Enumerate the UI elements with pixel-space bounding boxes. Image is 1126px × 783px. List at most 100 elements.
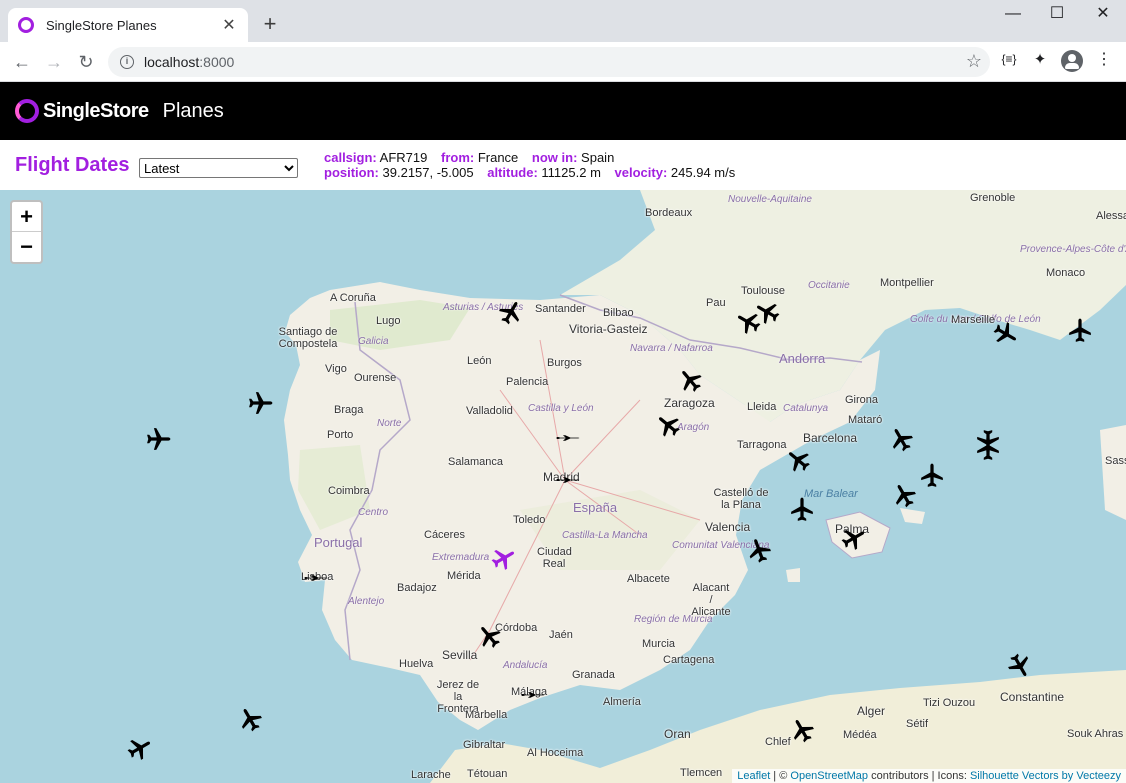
- city-label: Al Hoceima: [527, 747, 584, 759]
- plane-marker[interactable]: [237, 706, 263, 732]
- city-label: Castelló de la Plana: [713, 487, 769, 511]
- region-label: Provence-Alpes-Côte d'Azur: [1020, 244, 1126, 255]
- minimize-icon[interactable]: —: [998, 4, 1028, 24]
- city-label: Girona: [845, 394, 879, 406]
- browser-tabstrip: SingleStore Planes ✕ + — ☐ ✕: [0, 0, 1126, 42]
- city-label: Alacant / Alicante: [691, 582, 731, 618]
- region-label: Centro: [358, 507, 389, 518]
- vecteezy-link[interactable]: Silhouette Vectors by Vecteezy: [970, 770, 1121, 782]
- plane-marker[interactable]: [677, 367, 703, 393]
- controls-bar: Flight Dates Latest callsign: AFR719 fro…: [0, 140, 1126, 190]
- flight-date-select[interactable]: Latest: [139, 158, 298, 178]
- plane-marker[interactable]: [975, 429, 1001, 455]
- plane-marker[interactable]: [888, 426, 914, 452]
- position-value: 39.2157, -5.005: [382, 165, 474, 180]
- region-label: Alentejo: [348, 596, 385, 607]
- city-label: Tizi Ouzou: [923, 697, 976, 709]
- city-label: Tétouan: [467, 768, 508, 780]
- close-window-icon[interactable]: ✕: [1088, 4, 1118, 24]
- city-label: Palencia: [506, 376, 549, 388]
- airplane-icon: [793, 719, 814, 743]
- city-label: Vigo: [325, 363, 347, 375]
- zoom-in-button[interactable]: +: [12, 202, 41, 232]
- airplane-icon: [788, 452, 810, 472]
- plane-marker[interactable]: [789, 717, 815, 743]
- browser-tab[interactable]: SingleStore Planes ✕: [8, 8, 248, 42]
- profile-avatar-icon[interactable]: [1061, 50, 1083, 72]
- airplane-icon: [147, 428, 171, 450]
- region-label: Extremadura: [432, 552, 490, 563]
- map[interactable]: España Portugal Andorra Nouvelle-Aquitai…: [0, 190, 1126, 783]
- plane-marker[interactable]: [303, 565, 329, 591]
- city-label: Bordeaux: [645, 207, 693, 219]
- forward-icon[interactable]: →: [41, 49, 67, 75]
- reload-icon[interactable]: ↻: [73, 49, 99, 75]
- city-label: Granada: [572, 669, 615, 681]
- region-label: Castilla-La Mancha: [562, 530, 648, 541]
- plane-marker[interactable]: [127, 735, 153, 761]
- city-label: Constantine: [1000, 690, 1065, 704]
- leaflet-link[interactable]: Leaflet: [737, 770, 770, 782]
- plane-marker[interactable]: [1007, 653, 1033, 679]
- plane-marker[interactable]: [891, 482, 917, 508]
- address-bar[interactable]: i localhost:8000 ☆: [108, 47, 990, 77]
- plane-marker[interactable]: [746, 537, 772, 563]
- map-attribution: Leaflet | © OpenStreetMap contributors |…: [732, 769, 1126, 783]
- selected-plane-marker[interactable]: [491, 545, 517, 571]
- plane-marker[interactable]: [1067, 317, 1093, 343]
- city-label: Tarragona: [737, 439, 787, 451]
- city-label: Chlef: [765, 736, 791, 748]
- airplane-icon: [241, 708, 262, 732]
- airplane-icon: [1008, 653, 1029, 677]
- plane-marker[interactable]: [993, 321, 1019, 347]
- city-label: Salamanca: [448, 456, 504, 468]
- plane-marker[interactable]: [655, 412, 681, 438]
- airplane-icon: [249, 392, 273, 414]
- plane-marker[interactable]: [919, 462, 945, 488]
- region-label: Navarra / Nafarroa: [630, 343, 713, 354]
- city-label: Zaragoza: [664, 396, 715, 410]
- menu-kebab-icon[interactable]: ⋮: [1092, 49, 1116, 69]
- plane-marker[interactable]: [146, 426, 172, 452]
- extensions-puzzle-icon[interactable]: ✦: [1028, 50, 1052, 68]
- city-label: Mataró: [848, 414, 883, 426]
- city-label: Médéa: [843, 729, 877, 741]
- city-label: Oran: [664, 727, 691, 741]
- plane-marker[interactable]: [248, 390, 274, 416]
- city-label: Marbella: [465, 709, 508, 721]
- plane-marker[interactable]: [476, 623, 502, 649]
- back-icon[interactable]: ←: [9, 49, 35, 75]
- new-tab-icon[interactable]: +: [258, 12, 282, 36]
- city-label: León: [467, 355, 492, 367]
- plane-marker[interactable]: [555, 467, 581, 493]
- city-label: Lugo: [376, 315, 401, 327]
- plane-marker[interactable]: [841, 525, 867, 551]
- bookmark-star-icon[interactable]: ☆: [966, 51, 982, 72]
- city-label: Alessa: [1096, 210, 1126, 222]
- plane-marker[interactable]: [754, 299, 780, 325]
- city-label: Monaco: [1046, 267, 1086, 279]
- json-extension-icon[interactable]: {≡}: [997, 52, 1021, 66]
- city-label: Albacete: [627, 573, 670, 585]
- plane-marker[interactable]: [520, 682, 546, 708]
- plane-marker[interactable]: [498, 299, 524, 325]
- plane-marker[interactable]: [555, 425, 581, 451]
- airplane-icon: [1069, 318, 1091, 342]
- region-label: Nouvelle-Aquitaine: [728, 194, 812, 205]
- zoom-out-button[interactable]: −: [12, 232, 41, 262]
- plane-marker[interactable]: [789, 496, 815, 522]
- url-text: localhost:8000: [144, 54, 235, 70]
- maximize-icon[interactable]: ☐: [1042, 4, 1072, 24]
- city-label: Grenoble: [970, 192, 1016, 204]
- city-label: Mérida: [447, 570, 481, 582]
- site-info-icon[interactable]: i: [120, 55, 134, 69]
- airplane-icon: [791, 497, 813, 521]
- osm-link[interactable]: OpenStreetMap: [790, 770, 868, 782]
- close-tab-icon[interactable]: ✕: [220, 15, 238, 35]
- city-label: Coimbra: [328, 485, 370, 497]
- plane-marker[interactable]: [785, 447, 811, 473]
- city-label: Porto: [327, 429, 354, 441]
- callsign-value: AFR719: [379, 150, 428, 165]
- airplane-icon: [921, 463, 943, 487]
- app-header: SingleStore Planes: [0, 82, 1126, 140]
